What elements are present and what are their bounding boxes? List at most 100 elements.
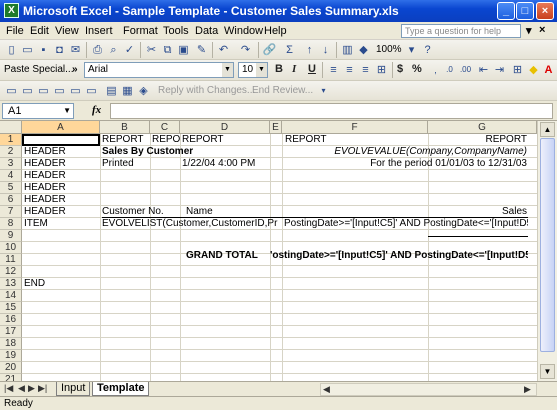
reply-with-changes-button[interactable]: Reply with Changes... bbox=[158, 85, 255, 96]
new-comment-icon[interactable]: ▤ bbox=[104, 84, 119, 98]
font-name-select[interactable]: Arial ▼ bbox=[84, 62, 234, 78]
insert-function-icon[interactable]: fx bbox=[92, 104, 101, 116]
cell-c1[interactable]: REPOI bbox=[152, 134, 180, 146]
cell-a7[interactable]: HEADER bbox=[24, 206, 66, 218]
column-header[interactable]: F bbox=[282, 121, 428, 134]
menu-format[interactable]: Format bbox=[123, 25, 158, 37]
hyperlink-icon[interactable]: 🔗 bbox=[262, 43, 277, 57]
print-preview-icon[interactable]: ⌕ bbox=[106, 43, 121, 57]
cell-f11[interactable]: 'ostingDate>='[Input!C5]' AND PostingDat… bbox=[270, 250, 528, 262]
cell-b1[interactable]: REPORT bbox=[102, 134, 150, 146]
workbook-close-icon[interactable]: × bbox=[539, 24, 545, 36]
chevron-down-icon[interactable]: ▾ bbox=[316, 84, 331, 98]
active-cell[interactable] bbox=[22, 134, 100, 146]
spelling-icon[interactable]: ✓ bbox=[122, 43, 137, 57]
row-header[interactable]: 4 bbox=[0, 170, 22, 182]
email-icon[interactable]: ✉ bbox=[68, 43, 83, 57]
tracked-file-icon[interactable]: ▭ bbox=[4, 84, 19, 98]
row-header[interactable]: 16 bbox=[0, 314, 22, 326]
horizontal-scrollbar[interactable]: ◀ ▶ bbox=[320, 383, 537, 396]
row-header[interactable]: 6 bbox=[0, 194, 22, 206]
row-header[interactable]: 18 bbox=[0, 338, 22, 350]
print-icon[interactable]: ⎙ bbox=[90, 43, 105, 57]
cell-a4[interactable]: HEADER bbox=[24, 170, 66, 182]
tracked-file-icon[interactable]: ▭ bbox=[68, 84, 83, 98]
tab-template[interactable]: Template bbox=[92, 382, 150, 396]
redo-icon[interactable]: ↷ bbox=[238, 43, 253, 57]
comma-style-icon[interactable]: , bbox=[428, 63, 443, 77]
autosum-icon[interactable]: Σ bbox=[282, 43, 297, 57]
close-button[interactable]: × bbox=[536, 2, 554, 20]
tracked-file-icon[interactable]: ▭ bbox=[36, 84, 51, 98]
end-review-button[interactable]: End Review... bbox=[252, 85, 313, 96]
bold-button[interactable]: B bbox=[275, 63, 283, 75]
align-left-icon[interactable]: ≡ bbox=[326, 63, 341, 77]
row-header[interactable]: 12 bbox=[0, 266, 22, 278]
column-header[interactable]: C bbox=[150, 121, 180, 134]
column-header[interactable]: D bbox=[180, 121, 270, 134]
new-icon[interactable]: ▯ bbox=[4, 43, 19, 57]
currency-button[interactable]: $ bbox=[397, 63, 403, 75]
row-header[interactable]: 3 bbox=[0, 158, 22, 170]
column-header[interactable]: B bbox=[100, 121, 150, 134]
formula-input[interactable] bbox=[110, 103, 553, 119]
cell-a3[interactable]: HEADER bbox=[24, 158, 66, 170]
increase-decimal-icon[interactable]: .0 bbox=[442, 63, 457, 77]
help-icon[interactable]: ? bbox=[420, 43, 435, 57]
row-header[interactable]: 7 bbox=[0, 206, 22, 218]
cell-b8[interactable]: EVOLVELIST(Customer,CustomerID,Pr bbox=[102, 218, 282, 230]
column-header[interactable]: G bbox=[428, 121, 537, 134]
next-sheet-icon[interactable]: ▶ bbox=[28, 383, 35, 394]
copy-icon[interactable]: ⧉ bbox=[160, 43, 175, 57]
paste-special-button[interactable]: Paste Special... bbox=[4, 64, 73, 75]
row-header[interactable]: 14 bbox=[0, 290, 22, 302]
row-header[interactable]: 2 bbox=[0, 146, 22, 158]
cell-g1[interactable]: REPORT bbox=[428, 134, 528, 146]
format-painter-icon[interactable]: ✎ bbox=[194, 43, 209, 57]
align-right-icon[interactable]: ≡ bbox=[358, 63, 373, 77]
row-header[interactable]: 19 bbox=[0, 350, 22, 362]
decrease-decimal-icon[interactable]: .00 bbox=[458, 63, 473, 77]
minimize-button[interactable]: _ bbox=[497, 2, 515, 20]
scroll-up-icon[interactable]: ▲ bbox=[540, 122, 555, 137]
cell-b3[interactable]: Printed bbox=[102, 158, 134, 170]
tracked-file-icon[interactable]: ▭ bbox=[52, 84, 67, 98]
borders-icon[interactable]: ⊞ bbox=[510, 63, 525, 77]
last-sheet-icon[interactable]: ▶| bbox=[38, 383, 47, 394]
font-color-icon[interactable]: A bbox=[541, 63, 556, 77]
name-box[interactable]: A1 ▼ bbox=[2, 103, 74, 119]
menu-view[interactable]: View bbox=[55, 25, 79, 37]
italic-button[interactable]: I bbox=[292, 63, 296, 75]
track-changes-icon[interactable]: ▦ bbox=[120, 84, 135, 98]
chevron-down-icon[interactable]: ▾ bbox=[404, 43, 419, 57]
merge-center-icon[interactable]: ⊞ bbox=[374, 63, 389, 77]
chart-wizard-icon[interactable]: ▥ bbox=[340, 43, 355, 57]
maximize-button[interactable]: □ bbox=[516, 2, 534, 20]
column-header[interactable]: A bbox=[22, 121, 100, 134]
cell-d1[interactable]: REPORT bbox=[182, 134, 224, 146]
scroll-thumb[interactable] bbox=[540, 138, 555, 352]
cell-a2[interactable]: HEADER bbox=[24, 146, 66, 158]
scroll-down-icon[interactable]: ▼ bbox=[540, 364, 555, 379]
menu-help[interactable]: Help bbox=[264, 25, 287, 37]
cell-f8[interactable]: PostingDate>='[Input!C5]' AND PostingDat… bbox=[284, 218, 528, 230]
zoom-select[interactable]: 100% bbox=[376, 44, 402, 55]
first-sheet-icon[interactable]: |◀ bbox=[4, 383, 13, 394]
spreadsheet-grid[interactable]: A B C D E F G 1 2 3 4 5 6 7 8 9 10 11 12 13 14 15 16 17 1… bbox=[0, 121, 537, 381]
permission-icon[interactable]: ◘ bbox=[52, 43, 67, 57]
chevron-down-icon[interactable]: ▾ bbox=[526, 24, 532, 37]
menu-file[interactable]: File bbox=[6, 25, 24, 37]
cut-icon[interactable]: ✂ bbox=[144, 43, 159, 57]
row-header[interactable]: 13 bbox=[0, 278, 22, 290]
menu-data[interactable]: Data bbox=[195, 25, 218, 37]
cell-e1[interactable]: REPORT bbox=[285, 134, 327, 146]
cell-f2[interactable]: EVOLVEVALUE(Company,CompanyName) bbox=[282, 146, 527, 158]
cell-g3[interactable]: For the period 01/01/03 to 12/31/03 bbox=[330, 158, 527, 170]
tab-input[interactable]: Input bbox=[56, 382, 91, 396]
row-header[interactable]: 17 bbox=[0, 326, 22, 338]
undo-icon[interactable]: ↶ bbox=[216, 43, 231, 57]
save-icon[interactable]: ▪ bbox=[36, 43, 51, 57]
scroll-left-icon[interactable]: ◀ bbox=[323, 384, 330, 395]
row-header[interactable]: 20 bbox=[0, 362, 22, 374]
cell-a13[interactable]: END bbox=[24, 278, 45, 290]
